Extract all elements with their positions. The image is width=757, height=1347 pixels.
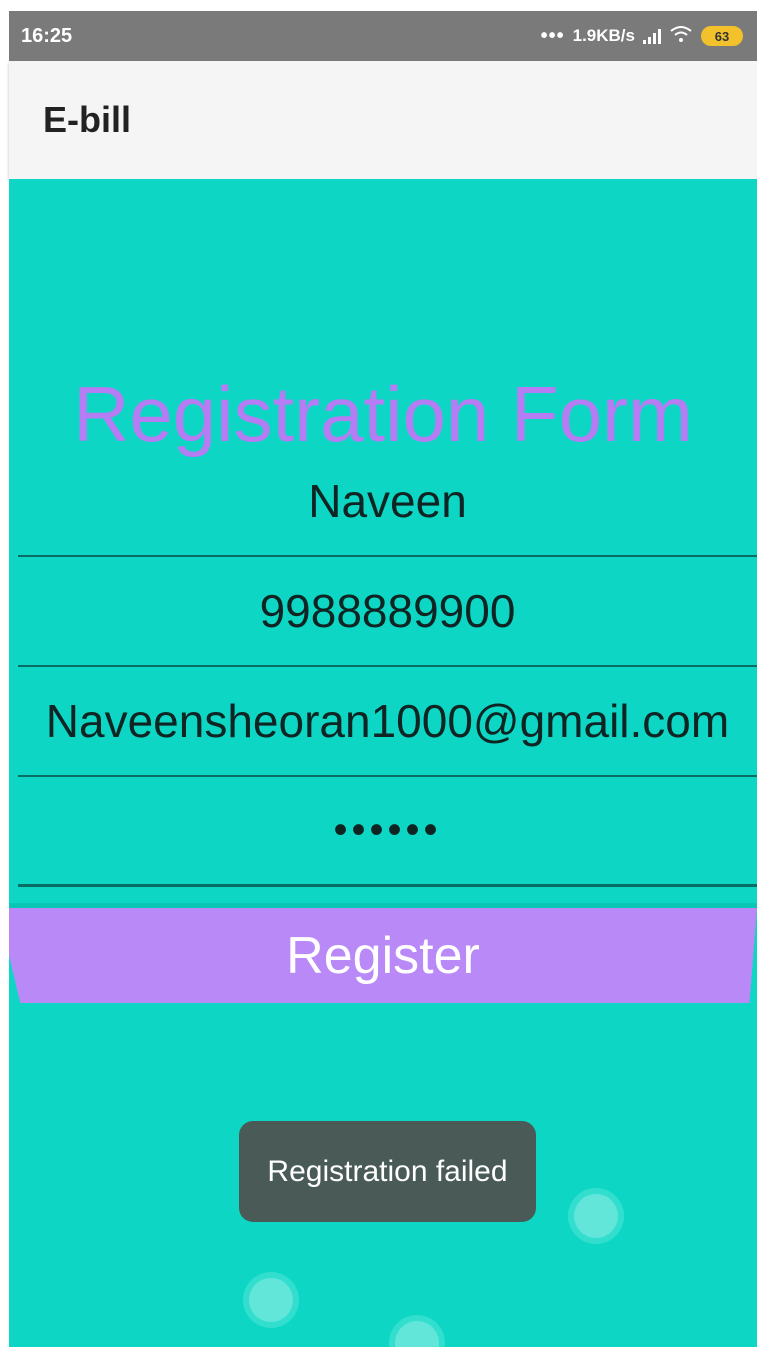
toast-message: Registration failed [239,1121,536,1222]
battery-icon: 63 [701,26,743,46]
network-speed: 1.9KB/s [572,26,635,45]
register-button[interactable]: Register [9,908,757,1003]
app-bar: E-bill [9,61,757,179]
app-title: E-bill [43,99,131,140]
email-field[interactable]: Naveensheoran1000@gmail.com [18,667,757,777]
phone-field[interactable]: 9988889900 [18,557,757,667]
touch-ripple [395,1321,439,1347]
status-indicators: ••• 1.9KB/s 63 [541,25,743,48]
status-bar: 16:25 ••• 1.9KB/s 63 [9,11,757,61]
status-time: 16:25 [21,24,73,47]
notification-dots: ••• [540,24,565,47]
touch-ripple [574,1194,618,1238]
battery-level: 63 [714,28,730,44]
signal-bars-icon [643,28,661,44]
touch-ripple [249,1278,293,1322]
wifi-icon [669,25,693,48]
registration-screen: Registration Form Naveen 9988889900 Nave… [9,179,757,1347]
password-field[interactable]: •••••• [18,777,757,887]
name-field[interactable]: Naveen [18,447,757,557]
